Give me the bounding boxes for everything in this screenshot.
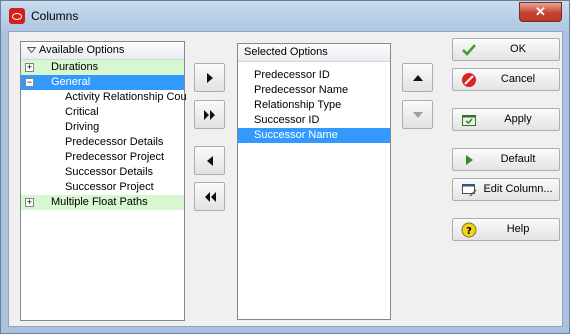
collapse-icon[interactable]: −: [25, 78, 34, 87]
tree-item[interactable]: Successor Details: [21, 165, 184, 180]
remove-selected-button[interactable]: [194, 146, 225, 175]
list-item-selected[interactable]: Successor Name: [238, 128, 390, 143]
ok-label: OK: [510, 43, 526, 55]
default-button[interactable]: Default: [452, 148, 560, 171]
help-icon: ?: [461, 222, 477, 238]
add-selected-button[interactable]: [194, 63, 225, 92]
svg-text:?: ?: [466, 226, 472, 237]
cancel-label: Cancel: [500, 73, 536, 85]
move-down-button[interactable]: [402, 100, 433, 129]
arrow-left-icon: [206, 155, 213, 166]
add-all-button[interactable]: [194, 100, 225, 129]
arrow-right-icon: [206, 72, 213, 83]
help-button[interactable]: ? Help: [452, 218, 560, 241]
tree-group-multiple-float-paths[interactable]: + Multiple Float Paths: [21, 195, 184, 210]
edit-column-icon: [462, 184, 477, 197]
selected-options-panel: Selected Options Predecessor ID Predeces…: [237, 43, 391, 320]
help-label: Help: [506, 223, 530, 235]
default-label: Default: [500, 153, 536, 165]
tree-group-label: General: [51, 76, 91, 88]
expand-icon[interactable]: +: [25, 63, 34, 72]
title-bar[interactable]: Columns ✕: [1, 1, 569, 31]
arrow-up-icon: [412, 74, 423, 81]
ok-button[interactable]: OK: [452, 38, 560, 61]
arrow-down-icon: [412, 111, 423, 118]
tree-group-durations[interactable]: + Durations: [21, 60, 184, 75]
double-arrow-left-icon: [204, 191, 216, 202]
tree-item[interactable]: Activity Relationship Cou: [21, 90, 187, 105]
list-item[interactable]: Predecessor ID: [238, 68, 390, 83]
tree-group-label: Durations: [51, 61, 99, 73]
cancel-button[interactable]: Cancel: [452, 68, 560, 91]
tree-item[interactable]: Predecessor Project: [21, 150, 184, 165]
checkmark-icon: [462, 44, 476, 56]
available-options-header: Available Options: [21, 42, 184, 60]
dialog-body: Available Options + Durations − General …: [8, 31, 563, 327]
apply-icon: [462, 115, 476, 126]
list-item[interactable]: Relationship Type: [238, 98, 390, 113]
edit-column-button[interactable]: Edit Column...: [452, 178, 560, 201]
remove-all-button[interactable]: [194, 182, 225, 211]
cancel-icon: [462, 73, 476, 87]
expand-icon[interactable]: +: [25, 198, 34, 207]
selected-options-header: Selected Options: [238, 44, 390, 62]
tree-group-label: Multiple Float Paths: [51, 196, 148, 208]
apply-button[interactable]: Apply: [452, 108, 560, 131]
app-logo-icon: [9, 8, 25, 24]
apply-label: Apply: [504, 113, 532, 125]
tree-item[interactable]: Critical: [21, 105, 184, 120]
close-button[interactable]: ✕: [519, 2, 562, 22]
play-icon: [466, 155, 473, 165]
collapse-triangle-icon[interactable]: [26, 42, 39, 59]
tree-item[interactable]: Successor Project: [21, 180, 184, 195]
columns-dialog: Columns ✕ Available Options + Durations …: [0, 0, 570, 334]
move-up-button[interactable]: [402, 63, 433, 92]
edit-column-label: Edit Column...: [483, 183, 553, 195]
tree-group-general[interactable]: − General: [21, 75, 184, 90]
tree-item[interactable]: Driving: [21, 120, 184, 135]
tree-item[interactable]: Predecessor Details: [21, 135, 184, 150]
list-item[interactable]: Successor ID: [238, 113, 390, 128]
list-item[interactable]: Predecessor Name: [238, 83, 390, 98]
double-arrow-right-icon: [203, 109, 215, 120]
available-options-panel: Available Options + Durations − General …: [20, 41, 187, 321]
window-title: Columns: [31, 9, 79, 23]
